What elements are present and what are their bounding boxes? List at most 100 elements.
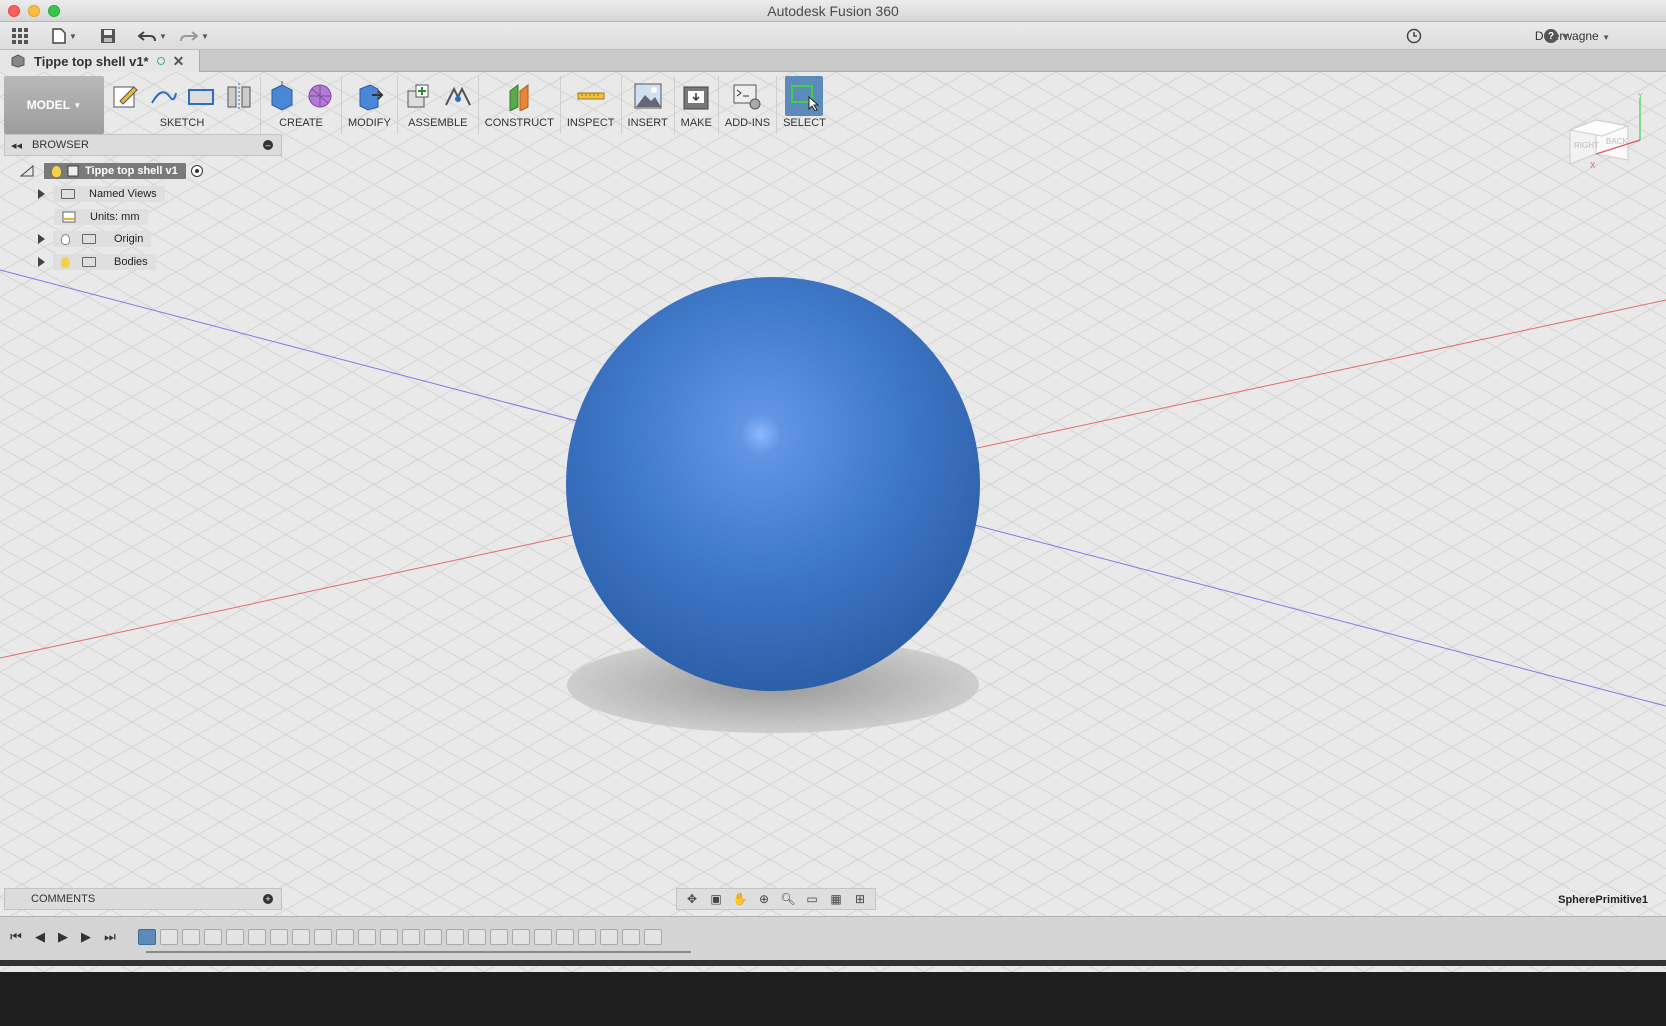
spline-icon[interactable] <box>148 81 178 111</box>
pan-hand-icon[interactable]: ✋ <box>731 892 749 906</box>
go-to-start-icon[interactable]: ⏮ <box>8 929 24 945</box>
timeline-feature[interactable] <box>424 929 442 945</box>
timeline-feature[interactable] <box>358 929 376 945</box>
timeline-feature[interactable] <box>182 929 200 945</box>
units-node[interactable]: Units: mm <box>54 209 148 225</box>
expand-icon[interactable] <box>38 234 45 244</box>
play-icon[interactable]: ▶ <box>55 929 71 945</box>
expand-icon[interactable] <box>38 189 45 199</box>
inspect-group[interactable]: INSPECT <box>561 76 622 134</box>
timeline-feature[interactable] <box>490 929 508 945</box>
root-component-node[interactable]: Tippe top shell v1 <box>44 163 186 179</box>
named-views-node[interactable]: Named Views <box>53 186 165 202</box>
comments-header[interactable]: COMMENTS + <box>4 888 282 910</box>
visibility-bulb-icon[interactable] <box>61 256 70 268</box>
bodies-node[interactable]: Bodies <box>53 254 156 270</box>
timeline-feature[interactable] <box>512 929 530 945</box>
timeline-feature[interactable] <box>578 929 596 945</box>
new-component-icon[interactable] <box>404 81 434 111</box>
measure-icon[interactable] <box>576 81 606 111</box>
press-pull-icon[interactable] <box>354 81 384 111</box>
tree-item-origin[interactable]: Origin <box>38 229 152 249</box>
assemble-group[interactable]: ASSEMBLE <box>398 76 479 134</box>
timeline-feature[interactable] <box>248 929 266 945</box>
create-sketch-icon[interactable] <box>110 81 140 111</box>
joint-icon[interactable] <box>442 81 472 111</box>
activate-component-icon[interactable] <box>190 164 204 178</box>
rectangle-icon[interactable] <box>186 81 216 111</box>
go-to-end-icon[interactable]: ⏭ <box>102 929 118 945</box>
form-icon[interactable] <box>305 81 335 111</box>
file-menu-button[interactable]: ▼ <box>52 26 77 46</box>
collapse-panel-icon[interactable]: ◂◂ <box>11 139 22 152</box>
workspace-switcher[interactable]: MODEL ▼ <box>4 76 104 134</box>
close-tab-icon[interactable]: ✕ <box>173 53 185 70</box>
sketch-group[interactable]: SKETCH <box>104 76 261 134</box>
display-settings-icon[interactable]: ▭ <box>803 892 821 906</box>
origin-node[interactable]: Origin <box>53 231 152 247</box>
timeline-feature[interactable] <box>270 929 288 945</box>
create-group[interactable]: CREATE <box>261 76 342 134</box>
mirror-icon[interactable] <box>224 81 254 111</box>
timeline-track[interactable] <box>146 951 691 953</box>
timeline-feature[interactable] <box>468 929 486 945</box>
timeline-feature[interactable] <box>204 929 222 945</box>
viewport-canvas[interactable]: MODEL ▼ SKETCH CREATE MODIFY ASSEMBLE CO… <box>0 72 1666 972</box>
timeline-feature[interactable] <box>534 929 552 945</box>
timeline-feature[interactable] <box>380 929 398 945</box>
timeline-feature[interactable] <box>292 929 310 945</box>
data-panel-button[interactable] <box>12 26 28 46</box>
help-button[interactable]: ? ▼ <box>1544 26 1569 46</box>
collapse-browser-icon[interactable]: – <box>263 140 273 150</box>
step-forward-icon[interactable]: ▶ <box>78 929 94 945</box>
expand-collapse-icon[interactable] <box>20 165 34 177</box>
step-back-icon[interactable]: ◀ <box>32 929 48 945</box>
timeline-feature[interactable] <box>314 929 332 945</box>
timeline-feature[interactable] <box>402 929 420 945</box>
grid-settings-icon[interactable]: ▦ <box>827 892 845 906</box>
select-box-icon[interactable] <box>789 81 820 111</box>
save-button[interactable] <box>100 26 116 46</box>
browser-header[interactable]: ◂◂ BROWSER – <box>4 134 282 156</box>
tree-item-named-views[interactable]: Named Views <box>38 184 165 204</box>
group-label: MAKE <box>680 117 712 129</box>
visibility-bulb-icon[interactable] <box>61 233 70 245</box>
zoom-icon[interactable]: ⊕ <box>755 892 773 906</box>
add-ins-group[interactable]: ADD-INS <box>719 76 778 134</box>
viewports-icon[interactable]: ⊞ <box>851 892 869 906</box>
select-group[interactable]: SELECT <box>777 76 832 134</box>
tree-item-bodies[interactable]: Bodies <box>38 252 156 272</box>
tree-root[interactable]: Tippe top shell v1 <box>20 161 204 181</box>
scripts-icon[interactable] <box>732 81 762 111</box>
fit-icon[interactable]: 🔍︎ <box>779 892 797 906</box>
view-cube[interactable]: RIGHT BACK X Y <box>1556 92 1646 182</box>
extrude-box-icon[interactable] <box>267 81 297 111</box>
offset-plane-icon[interactable] <box>504 81 534 111</box>
tree-item-units[interactable]: Units: mm <box>54 207 148 227</box>
timeline-feature[interactable] <box>600 929 618 945</box>
insert-group[interactable]: INSERT <box>622 76 675 134</box>
expand-icon[interactable] <box>38 257 45 267</box>
construct-group[interactable]: CONSTRUCT <box>479 76 561 134</box>
insert-image-icon[interactable] <box>633 81 663 111</box>
look-at-icon[interactable]: ▣ <box>707 892 725 906</box>
timeline-feature[interactable] <box>160 929 178 945</box>
timeline-feature[interactable] <box>644 929 662 945</box>
document-tab[interactable]: Tippe top shell v1* ✕ <box>0 50 200 72</box>
timeline-feature[interactable] <box>556 929 574 945</box>
expand-comments-icon[interactable]: + <box>263 894 273 904</box>
timeline-feature[interactable] <box>336 929 354 945</box>
orbit-icon[interactable]: ✥ <box>683 892 701 906</box>
job-status-button[interactable] <box>1406 26 1422 46</box>
visibility-bulb-icon[interactable] <box>52 165 61 177</box>
make-group[interactable]: MAKE <box>675 76 719 134</box>
save-status-icon <box>156 57 165 65</box>
3d-print-icon[interactable] <box>681 81 711 111</box>
timeline-feature[interactable] <box>446 929 464 945</box>
timeline-feature[interactable] <box>622 929 640 945</box>
timeline-feature[interactable] <box>226 929 244 945</box>
undo-button[interactable]: ▼ <box>138 26 167 46</box>
modify-group[interactable]: MODIFY <box>342 76 398 134</box>
redo-button[interactable]: ▼ <box>180 26 209 46</box>
timeline-feature[interactable] <box>138 929 156 945</box>
